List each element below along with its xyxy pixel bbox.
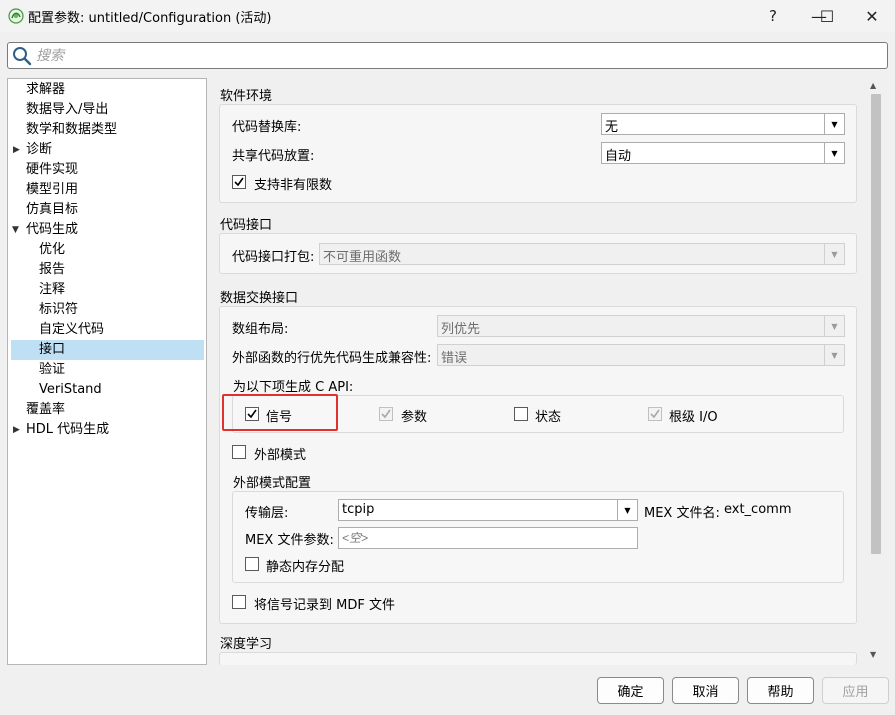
code-replacement-label: 代码替换库: [232, 120, 302, 135]
tree-item-hardware[interactable]: 硬件实现 [26, 160, 78, 180]
packaging-value: 不可重用函数 [323, 250, 402, 265]
maximize-button[interactable]: ☐ [804, 0, 850, 32]
tree-item-code-generation[interactable]: 代码生成 [26, 220, 78, 240]
section-deep-learning: 深度学习 [220, 637, 273, 652]
params-label: 参数 [401, 410, 428, 425]
window-title: 配置参数: untitled/Configuration (活动) [28, 11, 272, 26]
mdf-label: 将信号记录到 MDF 文件 [254, 598, 395, 613]
scroll-up-icon[interactable]: ▲ [870, 81, 876, 90]
states-label: 状态 [535, 410, 562, 425]
static-mem-label: 静态内存分配 [266, 560, 345, 575]
close-button[interactable]: ✕ [849, 0, 895, 32]
row-major-select[interactable]: 错误 ▼ [437, 344, 845, 366]
help-window-button[interactable]: ? [750, 0, 796, 32]
apply-button[interactable]: 应用 [822, 677, 889, 704]
root-io-checkbox[interactable] [648, 407, 662, 421]
mex-args-label: MEX 文件参数: [245, 533, 334, 548]
checkmark-icon [650, 409, 660, 419]
root-io-label: 根级 I/O [669, 410, 718, 425]
chevron-down-icon[interactable]: ▼ [824, 244, 844, 264]
transport-label: 传输层: [245, 506, 289, 521]
array-layout-label: 数组布局: [232, 322, 289, 337]
tree-item-coverage[interactable]: 覆盖率 [26, 400, 65, 420]
tree-item-identifiers[interactable]: 标识符 [39, 300, 78, 320]
row-major-value: 错误 [441, 351, 468, 366]
array-layout-select[interactable]: 列优先 ▼ [437, 315, 845, 337]
search-icon [13, 47, 32, 66]
c-api-label: 为以下项生成 C API: [233, 380, 354, 395]
expand-arrow-icon[interactable]: ▶ [13, 425, 20, 435]
code-replacement-value: 无 [605, 120, 619, 135]
shared-code-label: 共享代码放置: [232, 149, 315, 164]
tree-item-veristand[interactable]: VeriStand [39, 380, 102, 400]
section-data-exchange: 数据交换接口 [220, 291, 299, 306]
mdf-checkbox[interactable] [232, 595, 246, 609]
tree-item-data-import-export[interactable]: 数据导入/导出 [26, 100, 108, 120]
collapse-arrow-icon[interactable]: ▼ [12, 225, 19, 235]
tree-item-verification[interactable]: 验证 [39, 360, 65, 380]
array-layout-value: 列优先 [441, 322, 481, 337]
section-software-env: 软件环境 [220, 89, 273, 104]
states-checkbox[interactable] [514, 407, 528, 421]
tree-item-diagnostics[interactable]: 诊断 [26, 140, 52, 160]
title-bar: 配置参数: untitled/Configuration (活动) ? — ☐ … [0, 0, 895, 32]
scroll-thumb[interactable] [871, 94, 881, 554]
mex-file-label: MEX 文件名: [644, 506, 720, 521]
scroll-down-icon[interactable]: ▼ [870, 650, 876, 659]
tree-item-model-reference[interactable]: 模型引用 [26, 180, 78, 200]
tree-item-solver[interactable]: 求解器 [26, 80, 65, 100]
packaging-label: 代码接口打包: [232, 250, 315, 265]
chevron-down-icon[interactable]: ▼ [617, 500, 637, 520]
shared-code-select[interactable]: 自动 ▼ [601, 142, 845, 164]
group-deep-learning [219, 652, 857, 665]
row-major-label: 外部函数的行优先代码生成兼容性: [232, 351, 432, 366]
tree-item-interface[interactable]: 接口 [11, 340, 204, 360]
vertical-scrollbar[interactable]: ▲ ▼ [868, 78, 884, 665]
chevron-down-icon[interactable]: ▼ [824, 143, 844, 163]
chevron-down-icon[interactable]: ▼ [824, 114, 844, 134]
transport-select[interactable]: tcpip ▼ [338, 499, 638, 521]
external-mode-checkbox[interactable] [232, 445, 246, 459]
app-logo-icon [8, 8, 24, 24]
tree-item-custom-code[interactable]: 自定义代码 [39, 320, 104, 340]
cancel-button[interactable]: 取消 [672, 677, 739, 704]
params-checkbox[interactable] [379, 407, 393, 421]
search-box[interactable] [7, 42, 888, 69]
ok-button[interactable]: 确定 [597, 677, 664, 704]
packaging-select[interactable]: 不可重用函数 ▼ [319, 243, 845, 265]
nonfinite-label: 支持非有限数 [254, 178, 333, 193]
tree-item-math-data-types[interactable]: 数学和数据类型 [26, 120, 117, 140]
expand-arrow-icon[interactable]: ▶ [13, 145, 20, 155]
checkmark-icon [381, 409, 391, 419]
highlight-annotation [222, 394, 338, 431]
ext-config-title: 外部模式配置 [233, 476, 312, 491]
tree-item-report[interactable]: 报告 [39, 260, 65, 280]
nonfinite-checkbox[interactable] [232, 175, 246, 189]
static-mem-checkbox[interactable] [245, 557, 259, 571]
settings-tree: 求解器 数据导入/导出 数学和数据类型 ▶ 诊断 硬件实现 模型引用 仿真目标 … [7, 78, 207, 665]
search-input[interactable] [36, 46, 876, 65]
checkmark-icon [234, 177, 244, 187]
tree-item-comments[interactable]: 注释 [39, 280, 65, 300]
tree-item-hdl-codegen[interactable]: HDL 代码生成 [26, 420, 109, 440]
tree-item-sim-target[interactable]: 仿真目标 [26, 200, 78, 220]
chevron-down-icon[interactable]: ▼ [824, 345, 844, 365]
chevron-down-icon[interactable]: ▼ [824, 316, 844, 336]
mex-args-input[interactable] [338, 527, 638, 549]
code-replacement-select[interactable]: 无 ▼ [601, 113, 845, 135]
shared-code-value: 自动 [605, 149, 632, 164]
section-code-interface: 代码接口 [220, 218, 273, 233]
tree-item-optimization[interactable]: 优化 [39, 240, 65, 260]
transport-value: tcpip [342, 502, 375, 517]
external-mode-label: 外部模式 [254, 448, 307, 463]
help-button[interactable]: 帮助 [747, 677, 814, 704]
mex-file-value: ext_comm [724, 502, 792, 517]
